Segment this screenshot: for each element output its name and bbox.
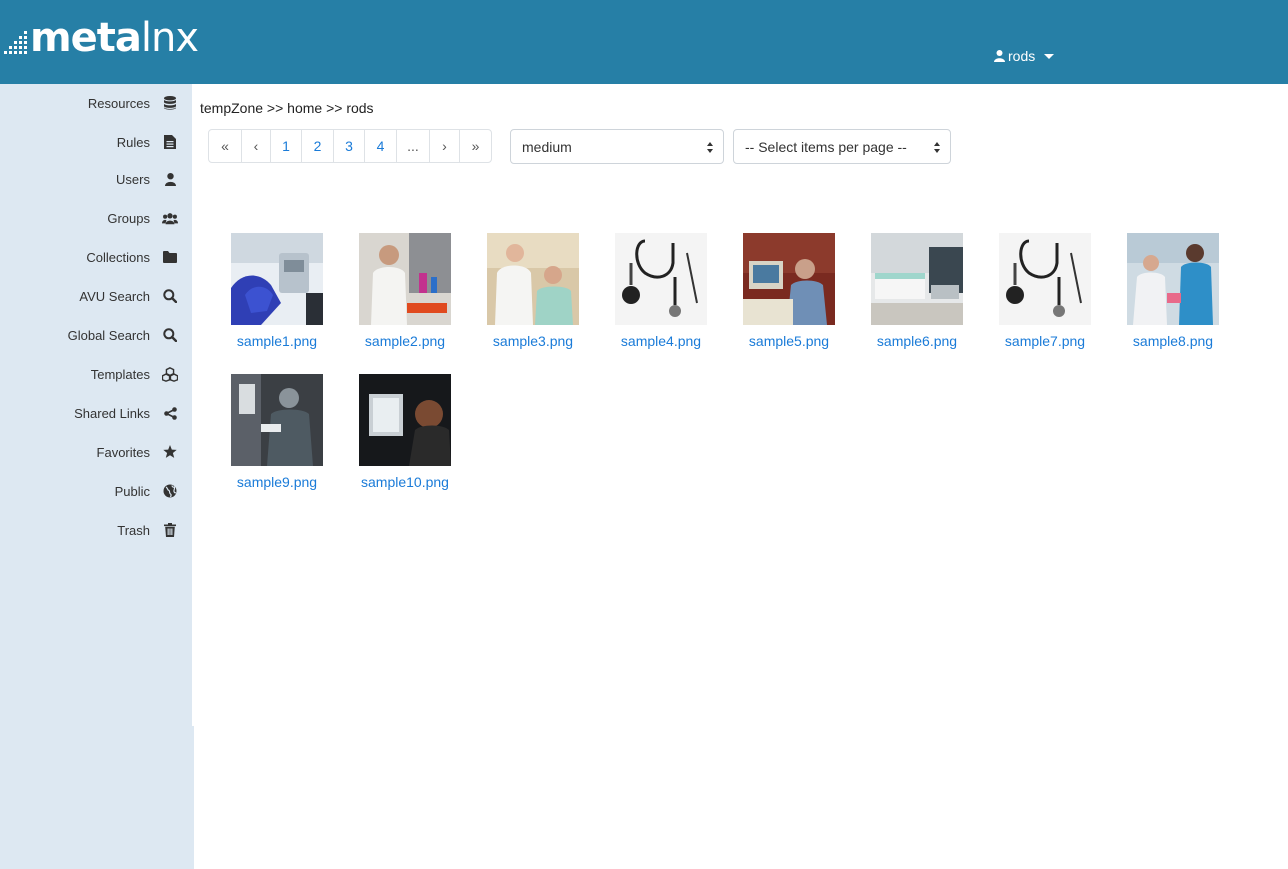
user-icon [162, 171, 178, 187]
content-edge [192, 84, 195, 726]
prev-page-button[interactable]: ‹ [242, 130, 271, 162]
page-3-button[interactable]: 3 [334, 130, 365, 162]
logo-text: metalnx [30, 15, 199, 61]
file-name-link[interactable]: sample8.png [1118, 333, 1228, 349]
sidebar-item-avu-search[interactable]: AVU Search [79, 285, 178, 307]
sidebar-item-public[interactable]: Public [115, 480, 178, 502]
sidebar-item-trash[interactable]: Trash [117, 519, 178, 541]
items-per-page-select[interactable]: -- Select items per page -- [733, 129, 951, 164]
folder-icon [162, 249, 178, 265]
sidebar: Resources Rules Users Groups Collections… [0, 84, 194, 869]
file-thumbnail[interactable] [1127, 233, 1219, 325]
file-thumbnail[interactable] [743, 233, 835, 325]
file-tile[interactable]: sample10.png [350, 374, 460, 490]
file-text-icon [162, 134, 178, 150]
file-tile[interactable]: sample9.png [222, 374, 332, 490]
cubes-icon [162, 366, 178, 382]
next-page-button[interactable]: › [430, 130, 460, 162]
file-thumbnail[interactable] [359, 374, 451, 466]
sidebar-item-label: Global Search [67, 327, 150, 343]
file-tile[interactable]: sample8.png [1118, 233, 1228, 349]
trash-icon [162, 522, 178, 538]
sidebar-item-label: Shared Links [74, 405, 150, 421]
file-name-link[interactable]: sample6.png [862, 333, 972, 349]
sidebar-item-favorites[interactable]: Favorites [97, 441, 178, 463]
file-tile[interactable]: sample6.png [862, 233, 972, 349]
sidebar-item-collections[interactable]: Collections [86, 246, 178, 268]
sidebar-item-rules[interactable]: Rules [117, 131, 178, 153]
first-page-button[interactable]: « [209, 130, 242, 162]
sidebar-item-groups[interactable]: Groups [107, 207, 178, 229]
page-1-button[interactable]: 1 [271, 130, 302, 162]
sidebar-item-templates[interactable]: Templates [91, 363, 178, 385]
page-2-button[interactable]: 2 [302, 130, 334, 162]
last-page-button[interactable]: » [460, 130, 491, 162]
file-thumbnail[interactable] [231, 233, 323, 325]
file-name-link[interactable]: sample9.png [222, 474, 332, 490]
sidebar-nav: Resources Rules Users Groups Collections… [0, 84, 192, 726]
page-4-button[interactable]: 4 [365, 130, 397, 162]
sidebar-item-label: Trash [117, 522, 150, 538]
top-header: metalnx rods [0, 0, 1288, 84]
sidebar-item-label: Favorites [96, 444, 150, 460]
share-icon [162, 405, 178, 421]
file-name-link[interactable]: sample5.png [734, 333, 844, 349]
file-tile[interactable]: sample5.png [734, 233, 844, 349]
breadcrumb[interactable]: tempZone >> home >> rods [200, 100, 374, 116]
sidebar-item-label: Groups [107, 210, 150, 226]
file-name-link[interactable]: sample3.png [478, 333, 588, 349]
file-name-link[interactable]: sample7.png [990, 333, 1100, 349]
items-per-page-value: -- Select items per page -- [745, 138, 907, 155]
select-arrows-icon [707, 142, 713, 153]
select-arrows-icon [934, 142, 940, 153]
file-name-link[interactable]: sample4.png [606, 333, 716, 349]
sidebar-item-label: Public [114, 483, 150, 499]
file-tile[interactable]: sample2.png [350, 233, 460, 349]
database-icon [162, 95, 178, 111]
logo-mark-icon [4, 30, 28, 54]
sidebar-item-label: AVU Search [79, 288, 150, 304]
sidebar-item-users[interactable]: Users [116, 168, 178, 190]
chevron-down-icon [1044, 53, 1055, 59]
sidebar-item-label: Rules [116, 134, 150, 150]
sidebar-item-label: Templates [90, 366, 150, 382]
file-thumbnail[interactable] [615, 233, 707, 325]
globe-icon [162, 483, 178, 499]
file-thumbnail[interactable] [231, 374, 323, 466]
file-tile[interactable]: sample7.png [990, 233, 1100, 349]
sidebar-item-global-search[interactable]: Global Search [68, 324, 178, 346]
file-name-link[interactable]: sample2.png [350, 333, 460, 349]
user-menu[interactable]: rods [994, 46, 1055, 66]
file-thumbnail[interactable] [871, 233, 963, 325]
sidebar-item-label: Resources [87, 95, 150, 111]
user-icon [994, 50, 1005, 62]
file-tile[interactable]: sample1.png [222, 233, 332, 349]
star-icon [162, 444, 178, 460]
metalnx-logo[interactable]: metalnx [4, 14, 199, 61]
file-thumbnail[interactable] [359, 233, 451, 325]
thumbnail-size-value: medium [522, 138, 572, 155]
sidebar-item-resources[interactable]: Resources [88, 92, 178, 114]
file-name-link[interactable]: sample1.png [222, 333, 332, 349]
thumbnail-size-select[interactable]: medium [510, 129, 724, 164]
sidebar-item-shared-links[interactable]: Shared Links [74, 402, 178, 424]
file-thumbnail[interactable] [487, 233, 579, 325]
file-thumbnail[interactable] [999, 233, 1091, 325]
file-tile[interactable]: sample3.png [478, 233, 588, 349]
sidebar-item-label: Users [116, 171, 150, 187]
file-tile[interactable]: sample4.png [606, 233, 716, 349]
search-icon [162, 288, 178, 304]
page-ellipsis: ... [397, 130, 430, 162]
users-icon [162, 210, 178, 226]
sidebar-item-label: Collections [86, 249, 150, 265]
user-name: rods [1008, 48, 1036, 64]
pagination: « ‹ 1 2 3 4 ... › » [208, 129, 492, 163]
search-icon [162, 327, 178, 343]
file-name-link[interactable]: sample10.png [350, 474, 460, 490]
